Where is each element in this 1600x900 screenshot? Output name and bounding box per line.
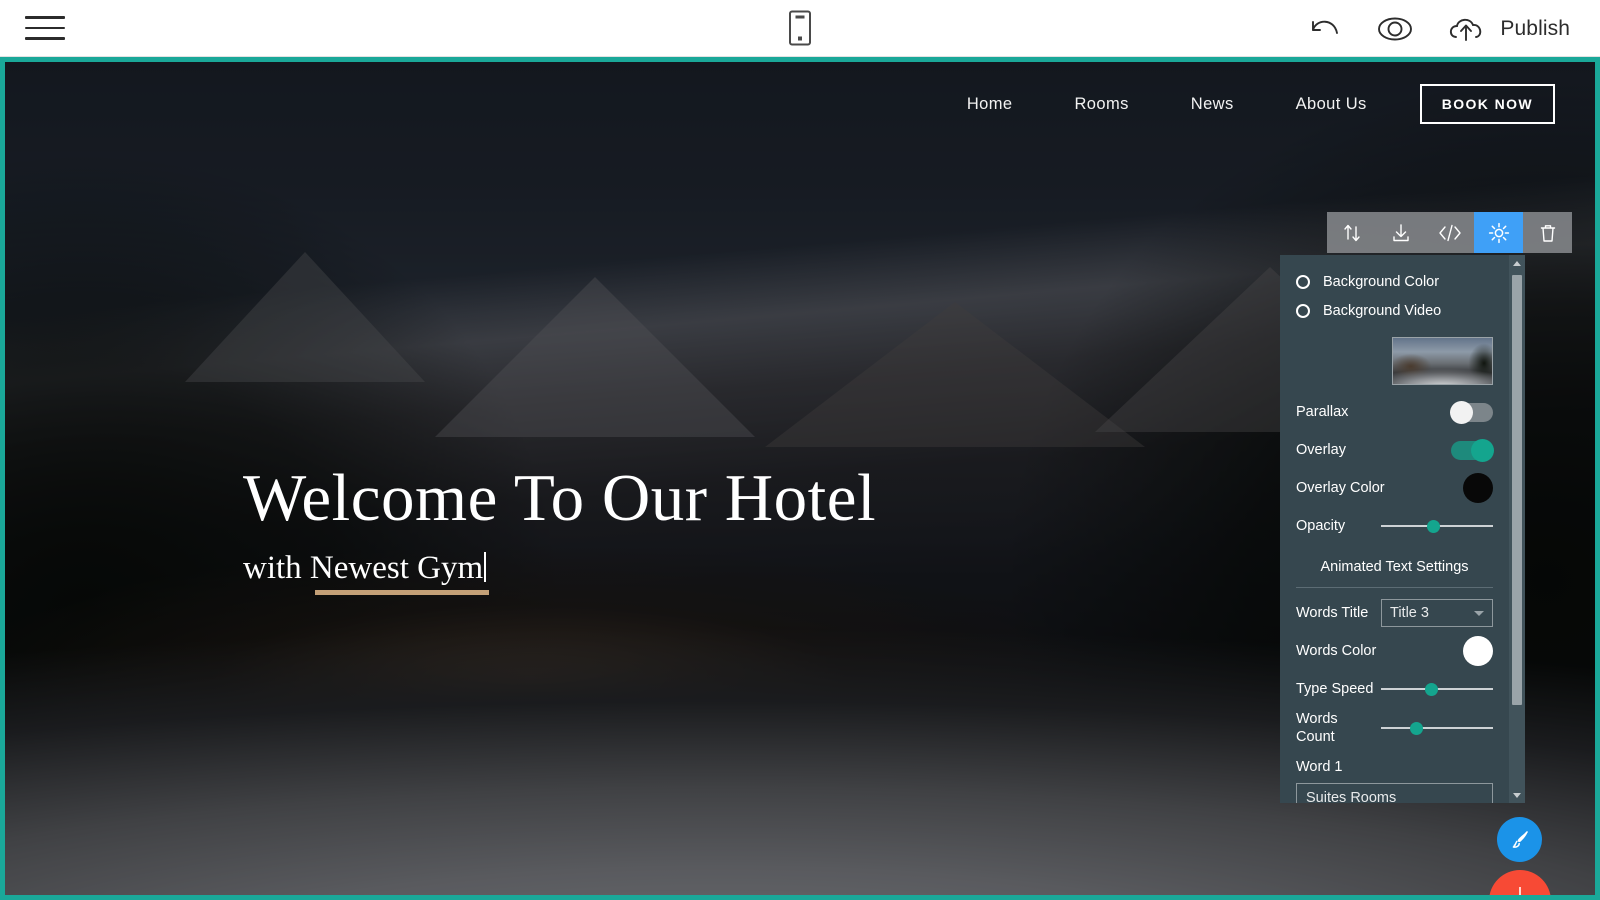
- settings-panel-content: Background Color Background Video Parall…: [1280, 255, 1509, 803]
- scroll-down-icon[interactable]: [1509, 787, 1525, 803]
- publish-button[interactable]: Publish: [1446, 13, 1570, 45]
- block-settings-panel: Background Color Background Video Parall…: [1280, 255, 1525, 803]
- panel-divider: [1296, 587, 1493, 588]
- slider-knob[interactable]: [1427, 520, 1440, 533]
- setting-label-overlay: Overlay: [1296, 441, 1346, 458]
- slider-track: [1381, 727, 1493, 730]
- setting-type-speed: Type Speed: [1296, 672, 1493, 706]
- app-toolbar-actions: Publish: [1306, 0, 1570, 57]
- toggle-knob: [1450, 400, 1473, 424]
- hamburger-bar: [25, 16, 65, 19]
- setting-words-color: Words Color: [1296, 634, 1493, 668]
- animated-word-underline: [315, 589, 489, 595]
- radio-circle-icon: [1296, 303, 1310, 318]
- parallax-toggle[interactable]: [1450, 400, 1493, 424]
- radio-background-video[interactable]: Background Video: [1296, 296, 1493, 325]
- undo-arrow-icon[interactable]: [1306, 13, 1344, 45]
- words-color-swatch[interactable]: [1463, 636, 1493, 666]
- chevron-down-icon: [1474, 611, 1484, 616]
- text-caret: [484, 551, 487, 582]
- publish-label: Publish: [1500, 16, 1570, 40]
- radio-background-color[interactable]: Background Color: [1296, 267, 1493, 296]
- paintbrush-icon: [1512, 830, 1528, 848]
- move-block-icon[interactable]: [1327, 212, 1376, 253]
- setting-label-words-count: Words Count: [1296, 711, 1338, 746]
- scroll-up-icon[interactable]: [1509, 255, 1525, 271]
- settings-gear-icon[interactable]: [1474, 212, 1523, 253]
- setting-label-opacity: Opacity: [1296, 517, 1346, 534]
- site-navigation: Home Rooms News About Us BOOK NOW: [936, 84, 1555, 124]
- setting-label-overlay-color: Overlay Color: [1296, 479, 1385, 496]
- setting-label-type-speed: Type Speed: [1296, 680, 1374, 697]
- plus-icon: [1518, 887, 1522, 895]
- type-speed-slider[interactable]: [1381, 680, 1493, 698]
- nav-link-about-us[interactable]: About Us: [1265, 95, 1398, 114]
- setting-words-count: Words Count: [1296, 710, 1493, 746]
- phone-glyph: [789, 10, 811, 46]
- hero-title[interactable]: Welcome To Our Hotel: [243, 461, 876, 536]
- radio-label-background-color: Background Color: [1323, 273, 1440, 290]
- cloud-upload-icon: [1446, 13, 1488, 45]
- setting-overlay: Overlay: [1296, 433, 1494, 467]
- setting-label-words-color: Words Color: [1296, 642, 1377, 659]
- setting-word-1: Word 1 Suites Rooms: [1296, 758, 1493, 803]
- hamburger-bar: [25, 26, 65, 30]
- toggle-knob: [1471, 438, 1494, 462]
- setting-label-words-title: Words Title: [1296, 604, 1369, 621]
- nav-link-news[interactable]: News: [1160, 95, 1265, 114]
- words-count-slider[interactable]: [1381, 719, 1493, 737]
- slider-knob[interactable]: [1425, 683, 1438, 696]
- setting-words-title: Words Title Title 3: [1296, 596, 1493, 630]
- nav-link-home[interactable]: Home: [936, 95, 1044, 114]
- setting-label-word-1: Word 1: [1296, 759, 1343, 776]
- radio-label-background-video: Background Video: [1323, 302, 1442, 319]
- radio-circle-icon: [1296, 274, 1310, 289]
- setting-overlay-color: Overlay Color: [1296, 471, 1493, 505]
- overlay-toggle[interactable]: [1451, 438, 1494, 462]
- download-block-icon[interactable]: [1376, 212, 1425, 253]
- hero-subtitle[interactable]: with Newest Gym: [243, 550, 483, 586]
- word-1-input[interactable]: Suites Rooms: [1296, 783, 1493, 803]
- code-block-icon[interactable]: [1425, 212, 1474, 253]
- hamburger-bar: [25, 37, 65, 40]
- words-title-value: Title 3: [1390, 605, 1429, 621]
- animated-text-settings-heading: Animated Text Settings: [1320, 559, 1469, 575]
- scrollbar-thumb[interactable]: [1512, 275, 1522, 705]
- block-toolbar: [1327, 212, 1572, 253]
- delete-block-icon[interactable]: [1523, 212, 1572, 253]
- setting-opacity: Opacity: [1296, 509, 1493, 543]
- slider-knob[interactable]: [1410, 722, 1423, 736]
- editor-canvas: Home Rooms News About Us BOOK NOW Welcom…: [0, 57, 1600, 900]
- app-toolbar: Publish: [0, 0, 1600, 57]
- hero-text-group: Welcome To Our Hotel with Newest Gym: [243, 461, 876, 595]
- setting-label-parallax: Parallax: [1296, 403, 1349, 420]
- background-image-thumbnail[interactable]: [1392, 337, 1493, 385]
- mobile-device-icon[interactable]: [789, 10, 811, 46]
- nav-link-rooms[interactable]: Rooms: [1043, 95, 1159, 114]
- hero-subtitle-wrap: with Newest Gym: [243, 550, 489, 595]
- setting-parallax: Parallax: [1296, 395, 1493, 429]
- words-title-select[interactable]: Title 3: [1381, 599, 1493, 627]
- book-now-button[interactable]: BOOK NOW: [1419, 84, 1555, 124]
- opacity-slider[interactable]: [1381, 517, 1493, 535]
- overlay-color-swatch[interactable]: [1463, 473, 1493, 503]
- style-paintbrush-button[interactable]: [1497, 817, 1542, 862]
- eye-preview-icon[interactable]: [1374, 14, 1416, 44]
- arrow-up-glyph: [1513, 260, 1521, 266]
- arrow-down-glyph: [1513, 792, 1521, 798]
- hamburger-menu-icon[interactable]: [25, 11, 65, 45]
- panel-scrollbar[interactable]: [1509, 255, 1525, 803]
